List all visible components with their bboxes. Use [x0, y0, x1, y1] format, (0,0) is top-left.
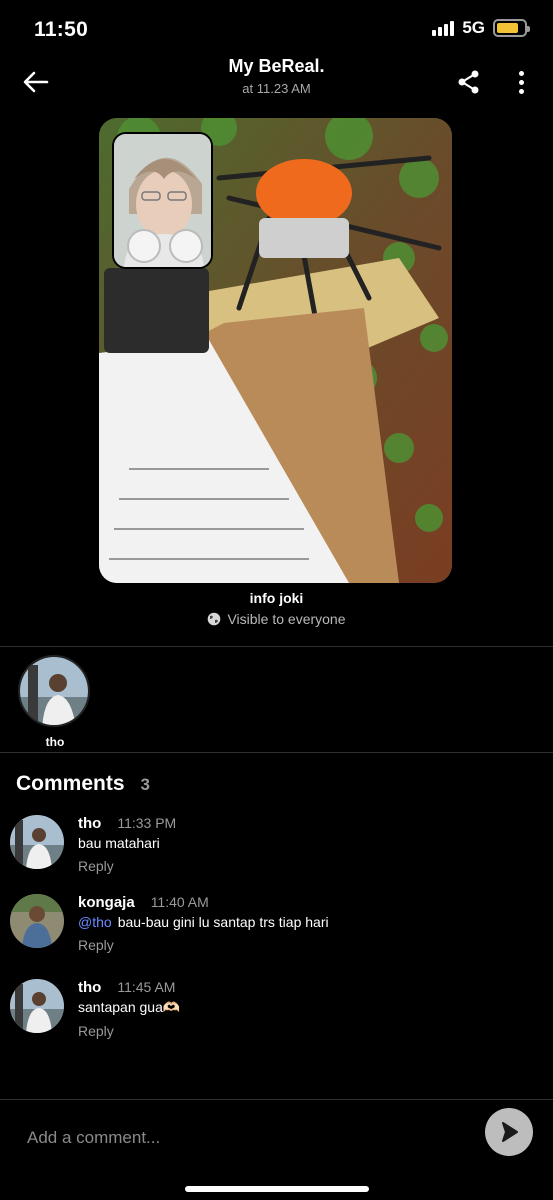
comment-username[interactable]: kongaja	[78, 894, 135, 911]
comment-time: 11:33 PM	[117, 815, 177, 831]
avatar[interactable]	[10, 894, 64, 948]
comment-input[interactable]	[0, 1101, 470, 1175]
comment-username[interactable]: tho	[78, 815, 101, 832]
more-dot	[518, 70, 524, 76]
avatar[interactable]	[10, 815, 64, 869]
post-caption: info joki	[249, 590, 304, 606]
battery-fill	[497, 23, 518, 33]
comment-text: @tho bau-bau gini lu santap trs tiap hari	[78, 914, 329, 930]
reply-button[interactable]: Reply	[78, 858, 176, 874]
home-indicator[interactable]	[185, 1186, 369, 1192]
reply-button[interactable]: Reply	[78, 937, 329, 953]
comment-item: kongaja 11:40 AM @tho bau-bau gini lu san…	[10, 894, 540, 964]
avatar	[18, 655, 90, 727]
visibility-text: Visible to everyone	[227, 611, 346, 627]
comment-text-content: bau-bau gini lu santap trs tiap hari	[117, 914, 329, 930]
comment-text: bau matahari	[78, 835, 160, 851]
comment-mention[interactable]: @tho	[78, 914, 112, 930]
more-options-button[interactable]	[509, 68, 533, 96]
selfie-image	[114, 134, 211, 267]
reaction-tho[interactable]: tho	[18, 655, 92, 749]
comments-count: 3	[140, 775, 150, 794]
comment-text: santapan gua🫶🏻	[78, 999, 181, 1015]
comments-header: Comments 3	[16, 772, 150, 796]
globe-icon	[208, 612, 221, 626]
comment-item: tho 11:45 AM santapan gua🫶🏻 Reply	[10, 979, 540, 1049]
status-time: 11:50	[34, 18, 89, 41]
share-icon	[458, 70, 479, 94]
status-bar: 11:50 5G	[0, 0, 553, 60]
reply-button[interactable]: Reply	[78, 1023, 180, 1039]
send-button[interactable]	[485, 1108, 533, 1156]
comment-item: tho 11:33 PM bau matahari Reply	[10, 815, 540, 885]
more-dot	[518, 79, 524, 85]
comment-username[interactable]: tho	[78, 979, 101, 996]
status-indicators: 5G	[432, 18, 530, 38]
share-button[interactable]	[455, 68, 483, 96]
comment-composer	[0, 1099, 553, 1179]
send-icon	[502, 1122, 518, 1142]
comments-title: Comments	[16, 772, 125, 795]
comment-time: 11:45 AM	[117, 979, 176, 995]
comment-body: kongaja 11:40 AM @tho bau-bau gini lu san…	[78, 894, 329, 953]
divider	[0, 752, 553, 753]
top-nav: My BeReal. at 11.23 AM	[0, 54, 553, 110]
avatar[interactable]	[10, 979, 64, 1033]
visibility-label: Visible to everyone	[0, 611, 553, 627]
comment-time: 11:40 AM	[150, 894, 209, 910]
reaction-username: tho	[45, 735, 65, 749]
network-label: 5G	[462, 18, 485, 37]
signal-icon	[432, 20, 455, 36]
selfie-inset[interactable]	[112, 132, 213, 269]
divider	[0, 646, 553, 647]
more-dot	[518, 88, 524, 94]
comment-body: tho 11:33 PM bau matahari Reply	[78, 815, 176, 874]
battery-icon	[493, 19, 530, 37]
comment-body: tho 11:45 AM santapan gua🫶🏻 Reply	[78, 979, 180, 1039]
